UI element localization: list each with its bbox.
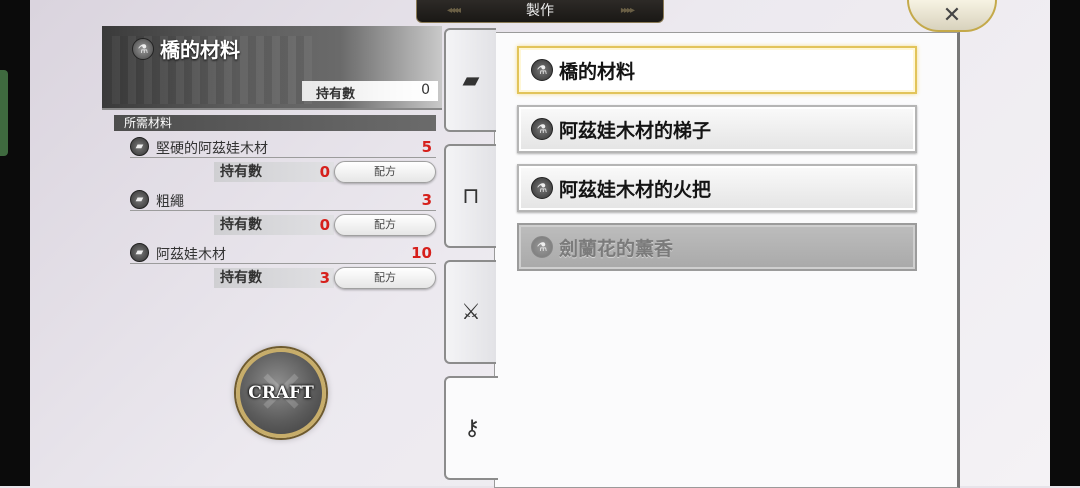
wood-icon: ▰ (130, 137, 149, 156)
recipe-label: 阿茲娃木材的火把 (559, 178, 712, 201)
window-title: 製作 (416, 0, 664, 23)
selected-item-name: 橋的材料 (160, 38, 240, 62)
recipe-list-panel: ⚗ 橋的材料 ⚗ 阿茲娃木材的梯子 ⚗ 阿茲娃木材的火把 ⚗ 劍蘭花的薰香 (494, 32, 960, 488)
key-icon: ⚷ (463, 415, 481, 441)
recipe-label: 阿茲娃木材的梯子 (559, 119, 712, 142)
craft-button[interactable]: CRAFT (236, 348, 326, 438)
chair-icon: ⊓ (462, 183, 480, 209)
recipe-item-incense[interactable]: ⚗ 劍蘭花的薰香 (517, 223, 917, 271)
edge-handle[interactable] (0, 70, 8, 156)
rope-icon: ▰ (130, 190, 149, 209)
lumber-icon: ▰ (462, 67, 480, 93)
recipe-icon: ⚗ (531, 177, 553, 199)
recipe-button[interactable]: 配方 (334, 267, 436, 289)
required-materials-header: 所需材料 (114, 115, 436, 131)
material-owned-row: 持有數 3 配方 (214, 267, 436, 289)
recipe-icon: ⚗ (531, 118, 553, 140)
material-owned-row: 持有數 0 配方 (214, 214, 436, 236)
tab-materials[interactable]: ▰ (444, 28, 496, 132)
recipe-button[interactable]: 配方 (334, 161, 436, 183)
material-owned-row: 持有數 0 配方 (214, 161, 436, 183)
recipe-label: 橋的材料 (559, 60, 636, 83)
recipe-item-bridge-material[interactable]: ⚗ 橋的材料 (517, 46, 917, 94)
recipe-item-ladder[interactable]: ⚗ 阿茲娃木材的梯子 (517, 105, 917, 153)
material-row: ▰ 粗繩 3 (130, 190, 436, 211)
material-required-count: 3 (421, 191, 432, 209)
selected-item-owned: 持有數 0 (302, 81, 438, 102)
right-screen-border (1050, 0, 1080, 486)
recipe-item-torch[interactable]: ⚗ 阿茲娃木材的火把 (517, 164, 917, 212)
owned-value: 3 (319, 269, 330, 287)
material-required-count: 5 (421, 138, 432, 156)
owned-value: 0 (421, 82, 430, 98)
selected-item-title: ⚗ 橋的材料 (132, 34, 240, 63)
wood-icon: ▰ (130, 243, 149, 262)
material-row: ▰ 阿茲娃木材 10 (130, 243, 436, 264)
sword-shield-icon: ⚔ (461, 299, 481, 325)
tab-equipment[interactable]: ⚔ (444, 260, 496, 364)
recipe-label: 劍蘭花的薰香 (559, 237, 674, 260)
owned-value: 0 (319, 216, 330, 234)
owned-value: 0 (319, 163, 330, 181)
material-name: 粗繩 (156, 194, 184, 210)
tab-furniture[interactable]: ⊓ (444, 144, 496, 248)
bridge-material-icon: ⚗ (132, 37, 154, 60)
bridge-material-icon: ⚗ (531, 59, 553, 81)
material-name: 堅硬的阿茲娃木材 (156, 141, 268, 157)
craft-label: CRAFT (248, 383, 314, 403)
recipe-button[interactable]: 配方 (334, 214, 436, 236)
selected-item-card: ⚗ 橋的材料 持有數 0 (102, 26, 442, 110)
close-icon: ✕ (942, 2, 962, 28)
material-required-count: 10 (411, 244, 432, 262)
material-name: 阿茲娃木材 (156, 247, 226, 263)
material-row: ▰ 堅硬的阿茲娃木材 5 (130, 137, 436, 158)
owned-label: 持有數 (316, 87, 356, 102)
recipe-icon: ⚗ (531, 236, 553, 258)
tab-key-items[interactable]: ⚷ (444, 376, 498, 480)
